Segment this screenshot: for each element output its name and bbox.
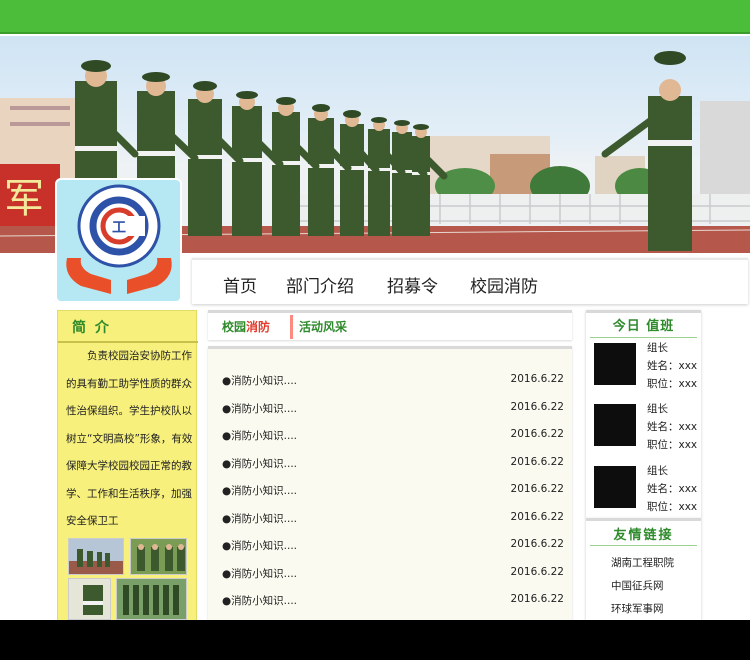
news-item[interactable]: ●消防小知识.... 2016.6.22 [222,509,564,529]
news-title[interactable]: ●消防小知识.... [222,428,297,443]
news-date: 2016.6.22 [510,455,564,468]
tab-campus-fire[interactable]: 校园消防 [222,318,270,335]
footer-bar [0,620,750,660]
divider [590,337,697,338]
news-date: 2016.6.22 [510,510,564,523]
news-item[interactable]: ●消防小知识.... 2016.6.22 [222,481,564,501]
section-tabs: 校园消防 活动风采 [208,310,572,340]
news-date: 2016.6.22 [510,428,564,440]
news-title[interactable]: ●消防小知识.... [222,566,297,581]
friend-link[interactable]: 环球军事网 [611,601,664,616]
news-item[interactable]: ●消防小知识.... 2016.6.22 [222,564,564,584]
news-item[interactable]: ●消防小知识.... 2016.6.22 [222,536,564,556]
staff-name: 姓名：xxx [647,483,698,495]
staff-name: 姓名：xxx [647,360,698,372]
staff-role: 组长 [647,342,668,354]
news-date: 2016.6.22 [510,373,564,385]
news-title[interactable]: ●消防小知识.... [222,456,297,471]
nav-home[interactable]: 首页 [223,272,257,297]
news-item[interactable]: ●消防小知识.... 2016.6.22 [222,591,564,611]
staff-card: 组长姓名：xxx 职位：xxx [594,400,699,454]
logo-center-text: 工 [112,220,126,236]
news-item[interactable]: ●消防小知识.... 2016.6.22 [222,399,564,419]
tab-activities[interactable]: 活动风采 [299,318,347,335]
staff-role: 组长 [647,465,668,477]
news-item[interactable]: ●消防小知识.... 2016.6.22 [222,454,564,474]
news-title[interactable]: ●消防小知识.... [222,511,297,526]
avatar [594,343,636,385]
top-header-bar [0,0,750,34]
news-item[interactable]: ●消防小知识.... 2016.6.22 [222,371,564,391]
banner-sign-text: 军 [4,176,44,222]
friend-links-panel: 友情链接 湖南工程职院 中国征兵网 环球军事网 [586,518,701,620]
staff-position: 职位：xxx [647,501,698,513]
news-title[interactable]: ●消防小知识.... [222,538,297,553]
news-list: ●消防小知识.... 2016.6.22 ●消防小知识.... 2016.6.22 … [208,346,572,620]
news-item[interactable]: ●消防小知识.... 2016.6.22 [222,426,564,446]
avatar [594,404,636,446]
staff-card: 组长姓名：xxx 职位：xxx [594,462,699,516]
staff-role: 组长 [647,403,668,415]
news-title[interactable]: ●消防小知识.... [222,401,297,416]
nav-department[interactable]: 部门介绍 [286,272,354,297]
school-logo: 工 [55,178,182,303]
tab-campus-fire-label-accent: 消防 [246,320,271,334]
intro-panel: 简 介 负责校园治安协防工作的具有勤工助学性质的群众性治保组织。学生护校队以树立… [57,310,198,622]
links-title: 友情链接 [613,528,674,543]
staff-position: 职位：xxx [647,378,698,390]
divider [590,545,697,546]
tab-separator [290,315,293,339]
news-date: 2016.6.22 [510,483,564,495]
intro-title: 简 介 [72,320,111,336]
nav-recruit[interactable]: 招募令 [387,272,438,297]
news-date: 2016.6.22 [510,538,564,550]
tab-campus-fire-label: 校园 [222,320,247,334]
duty-panel: 今日 值班 组长 姓名：xxx 职位：xxx 组长 姓名：xxx 职位：xxx 组长 姓名… [586,310,701,518]
activity-photo[interactable] [116,578,187,620]
staff-card: 组长姓名：xxx 职位：xxx [594,339,699,393]
news-title[interactable]: ●消防小知识.... [222,483,297,498]
news-title[interactable]: ●消防小知识.... [222,373,297,388]
news-date: 2016.6.22 [510,565,564,578]
duty-title: 今日 值班 [612,319,675,334]
friend-link[interactable]: 中国征兵网 [611,578,664,593]
activity-photo[interactable] [68,578,111,620]
news-title[interactable]: ●消防小知识.... [222,593,297,608]
intro-text: 负责校园治安协防工作的具有勤工助学性质的群众性治保组织。学生护校队以树立“文明高… [66,350,193,527]
news-date: 2016.6.22 [510,400,564,413]
activity-photo[interactable] [130,538,187,575]
main-nav: 首页 部门介绍 招募令 校园消防 [192,258,748,304]
nav-campus-fire[interactable]: 校园消防 [470,272,538,297]
news-date: 2016.6.22 [510,593,564,605]
avatar [594,466,636,508]
staff-name: 姓名：xxx [647,421,698,433]
activity-photo[interactable] [68,538,124,575]
friend-link[interactable]: 湖南工程职院 [611,555,674,570]
staff-position: 职位：xxx [647,439,698,451]
